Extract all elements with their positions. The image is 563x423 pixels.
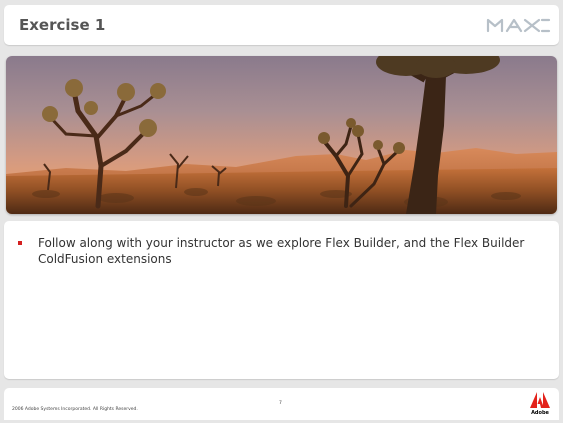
joshua-tree-photo bbox=[6, 56, 557, 214]
max-logo-icon bbox=[486, 18, 551, 33]
slide-footer: 2006 Adobe Systems Incorporated. All Rig… bbox=[4, 388, 559, 420]
page-number: 7 bbox=[279, 401, 282, 406]
adobe-wordmark: Adobe bbox=[531, 410, 549, 416]
presentation-slide: Exercise 1 Follow along with your instru… bbox=[0, 0, 563, 423]
slide-header: Exercise 1 bbox=[4, 5, 559, 45]
content-panel: Follow along with your instructor as we … bbox=[4, 221, 559, 379]
banner-image bbox=[6, 56, 557, 214]
bullet-item: Follow along with your instructor as we … bbox=[18, 235, 548, 267]
adobe-logo-icon: Adobe bbox=[529, 391, 551, 417]
bullet-text: Follow along with your instructor as we … bbox=[38, 236, 525, 266]
slide-title: Exercise 1 bbox=[19, 16, 106, 34]
copyright-text: 2006 Adobe Systems Incorporated. All Rig… bbox=[12, 407, 138, 412]
bullet-marker bbox=[18, 241, 22, 245]
